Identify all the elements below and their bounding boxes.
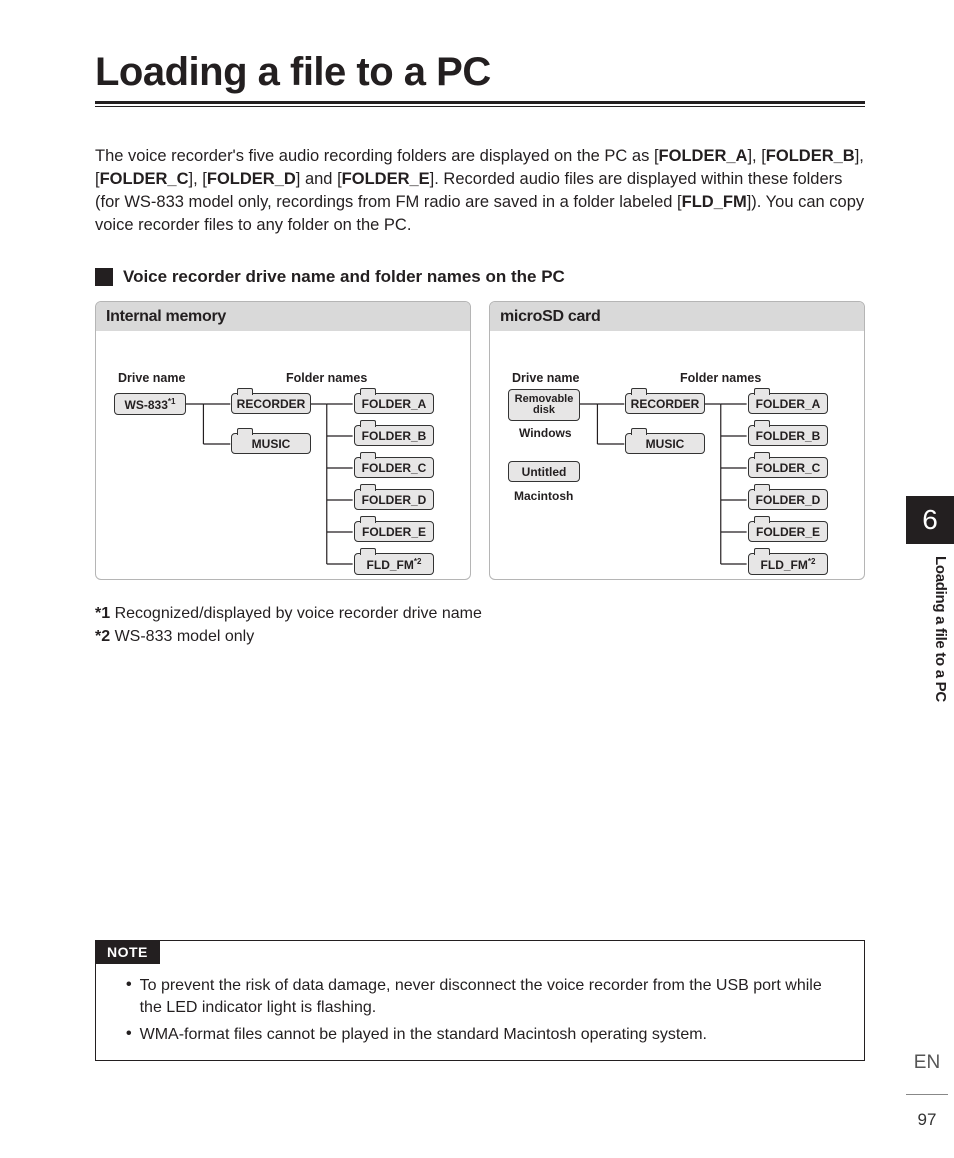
section-heading: Voice recorder drive name and folder nam…	[123, 267, 565, 287]
chip-untitled: Untitled	[508, 461, 580, 483]
footnote-mark: *1	[95, 605, 110, 622]
chip-fld-fm: FLD_FM*2	[354, 553, 434, 576]
chip-folder-e: FOLDER_E	[354, 521, 434, 543]
label-macintosh: Macintosh	[514, 489, 573, 503]
note-box: NOTE •To prevent the risk of data damage…	[95, 940, 865, 1061]
side-label: Loading a file to a PC	[909, 556, 949, 702]
footnotes: *1 Recognized/displayed by voice recorde…	[95, 602, 865, 648]
note-badge: NOTE	[95, 940, 160, 964]
label-drive-name: Drive name	[118, 371, 185, 385]
panel-title: microSD card	[490, 302, 864, 331]
chip-folder-d: FOLDER_D	[748, 489, 828, 511]
label-drive-name: Drive name	[512, 371, 579, 385]
intro-paragraph: The voice recorder's five audio recordin…	[95, 145, 865, 237]
page-title: Loading a file to a PC	[95, 50, 865, 95]
chip-recorder: RECORDER	[625, 393, 705, 415]
chip-folder-d: FOLDER_D	[354, 489, 434, 511]
chip-folder-a: FOLDER_A	[748, 393, 828, 415]
chip-drive-ws833: WS-833*1	[114, 393, 186, 416]
label-folder-names: Folder names	[286, 371, 367, 385]
chip-fld-fm: FLD_FM*2	[748, 553, 828, 576]
panel-title: Internal memory	[96, 302, 470, 331]
footnote-text: WS-833 model only	[115, 628, 255, 645]
chip-removable-disk: Removable disk	[508, 389, 580, 421]
note-item: WMA-format files cannot be played in the…	[140, 1024, 707, 1046]
chip-music: MUSIC	[231, 433, 311, 455]
panel-internal-memory: Internal memory	[95, 301, 471, 580]
chip-folder-c: FOLDER_C	[354, 457, 434, 479]
label-windows: Windows	[519, 426, 572, 440]
chip-music: MUSIC	[625, 433, 705, 455]
chip-folder-e: FOLDER_E	[748, 521, 828, 543]
panel-microsd: microSD card Drive name Fol	[489, 301, 865, 580]
square-bullet-icon	[95, 268, 113, 286]
footnote-mark: *2	[95, 628, 110, 645]
footnote-text: Recognized/displayed by voice recorder d…	[115, 605, 482, 622]
chip-folder-a: FOLDER_A	[354, 393, 434, 415]
chip-folder-b: FOLDER_B	[748, 425, 828, 447]
language-code: EN	[907, 1052, 947, 1074]
bullet-icon: •	[126, 1024, 132, 1046]
label-folder-names: Folder names	[680, 371, 761, 385]
title-rule-thin	[95, 106, 865, 107]
chip-folder-b: FOLDER_B	[354, 425, 434, 447]
chip-recorder: RECORDER	[231, 393, 311, 415]
page-number: 97	[907, 1110, 947, 1130]
chapter-tab: 6	[906, 496, 954, 544]
title-rule	[95, 101, 865, 104]
chip-folder-c: FOLDER_C	[748, 457, 828, 479]
note-item: To prevent the risk of data damage, neve…	[140, 975, 838, 1020]
bullet-icon: •	[126, 975, 132, 1020]
page-number-rule	[906, 1094, 948, 1095]
